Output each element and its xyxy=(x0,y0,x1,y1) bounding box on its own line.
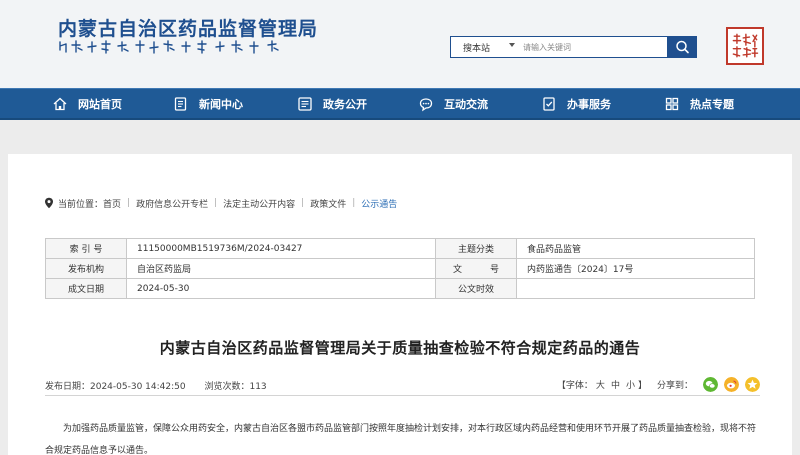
site-title[interactable]: 内蒙古自治区药品监督管理局 xyxy=(58,14,318,41)
date-value: 2024-05-30 xyxy=(126,278,436,299)
home-icon xyxy=(53,97,67,111)
share-label: 分享到： xyxy=(656,380,693,391)
article-body: 为加强药品质量监管，保障公众用药安全，内蒙古自治区各盟市药品监管部门按照年度抽检… xyxy=(45,424,757,455)
nav-item-interaction[interactable]: 互动交流 xyxy=(418,89,488,119)
nav-item-label: 网站首页 xyxy=(78,98,122,111)
search-box: 搜本站 xyxy=(450,36,668,58)
search-scope-select[interactable]: 搜本站 xyxy=(463,41,490,54)
nav-item-label: 办事服务 xyxy=(567,98,611,111)
nav-item-label: 互动交流 xyxy=(444,98,488,111)
wechat-icon[interactable] xyxy=(703,376,718,392)
category-value: 食品药品监管 xyxy=(516,238,755,259)
font-size-control: 【字体：大中小】 xyxy=(557,378,647,391)
font-size-label: 【字体： xyxy=(556,380,593,391)
index-number-value: 11150000MB1519736M/2024-03427 xyxy=(126,238,436,259)
index-number-label: 索 引 号 xyxy=(45,238,127,259)
font-size-close: 】 xyxy=(637,380,647,391)
nav-item-gov-info[interactable]: 政务公开 xyxy=(297,89,367,119)
breadcrumb: 当前位置： 首页 | 政府信息公开专栏 | 法定主动公开内容 | 政策文件 | … xyxy=(44,197,397,210)
font-large-button[interactable]: 大 xyxy=(596,381,605,391)
document-icon xyxy=(298,97,312,111)
nav-item-label: 新闻中心 xyxy=(199,98,243,111)
news-icon xyxy=(174,97,187,111)
breadcrumb-link-gov-info[interactable]: 政府信息公开专栏 xyxy=(136,197,208,210)
article-tools: 【字体：大中小】 分享到： xyxy=(557,374,760,394)
breadcrumb-separator: | xyxy=(352,198,356,208)
doc-number-label-b: 号 xyxy=(489,265,499,275)
breadcrumb-label: 当前位置： xyxy=(58,199,104,210)
weibo-icon[interactable] xyxy=(724,376,739,392)
chat-icon xyxy=(419,98,433,112)
document-meta-table: 索 引 号 11150000MB1519736M/2024-03427 主题分类… xyxy=(45,238,755,299)
breadcrumb-link-statutory[interactable]: 法定主动公开内容 xyxy=(223,197,295,210)
seal-logo xyxy=(726,27,764,65)
grid-icon xyxy=(665,97,679,111)
nav-item-label: 政务公开 xyxy=(323,98,367,111)
publish-date: 发布日期：2024-05-30 14:42:50 xyxy=(45,382,186,392)
validity-value xyxy=(516,278,755,299)
site-header: 内蒙古自治区药品监督管理局 搜本站 xyxy=(0,0,800,88)
search-button[interactable] xyxy=(668,36,697,58)
font-medium-button[interactable]: 中 xyxy=(611,381,620,391)
nav-item-news[interactable]: 新闻中心 xyxy=(173,89,243,119)
publisher-value: 自治区药监局 xyxy=(126,258,436,279)
font-small-button[interactable]: 小 xyxy=(626,381,635,391)
breadcrumb-link-notices[interactable]: 公示通告 xyxy=(361,197,397,210)
table-row: 发布机构 自治区药监局 文 号 内药监通告〔2024〕17号 xyxy=(45,258,755,279)
nav-item-services[interactable]: 办事服务 xyxy=(541,89,611,119)
search-input[interactable] xyxy=(523,40,663,54)
table-row: 成文日期 2024-05-30 公文时效 xyxy=(45,278,755,299)
search-icon xyxy=(676,40,689,54)
article-info-bar: 发布日期：2024-05-30 14:42:50 浏览次数：113 【字体：大中… xyxy=(45,374,760,396)
nav-item-label: 热点专题 xyxy=(690,98,734,111)
publisher-label: 发布机构 xyxy=(45,258,127,279)
breadcrumb-separator: | xyxy=(301,198,305,208)
view-count: 浏览次数：113 xyxy=(204,382,267,392)
breadcrumb-separator: | xyxy=(214,198,218,208)
validity-label: 公文时效 xyxy=(435,278,517,299)
chevron-down-icon xyxy=(509,43,515,47)
qzone-icon[interactable] xyxy=(745,376,760,392)
location-pin-icon xyxy=(45,197,53,209)
doc-number-value: 内药监通告〔2024〕17号 xyxy=(516,258,755,279)
mongolian-script-title xyxy=(59,40,279,54)
nav-item-home[interactable]: 网站首页 xyxy=(52,89,122,119)
breadcrumb-separator: | xyxy=(127,198,131,208)
date-label: 成文日期 xyxy=(45,278,127,299)
nav-item-topics[interactable]: 热点专题 xyxy=(664,89,734,119)
service-icon xyxy=(543,97,555,111)
doc-number-label-a: 文 xyxy=(453,265,475,275)
category-label: 主题分类 xyxy=(435,238,517,259)
article-title: 内蒙古自治区药品监督管理局关于质量抽查检验不符合规定药品的通告 xyxy=(159,339,641,357)
article-meta: 发布日期：2024-05-30 14:42:50 浏览次数：113 xyxy=(45,379,267,392)
breadcrumb-link-policy[interactable]: 政策文件 xyxy=(310,197,346,210)
doc-number-label-text: 文 号 xyxy=(453,262,499,275)
breadcrumb-link-home[interactable]: 首页 xyxy=(103,197,121,210)
doc-number-label: 文 号 xyxy=(435,258,517,279)
main-nav: 网站首页 新闻中心 政务公开 互动交流 办事服务 热点专题 xyxy=(0,88,800,120)
table-row: 索 引 号 11150000MB1519736M/2024-03427 主题分类… xyxy=(45,238,755,259)
